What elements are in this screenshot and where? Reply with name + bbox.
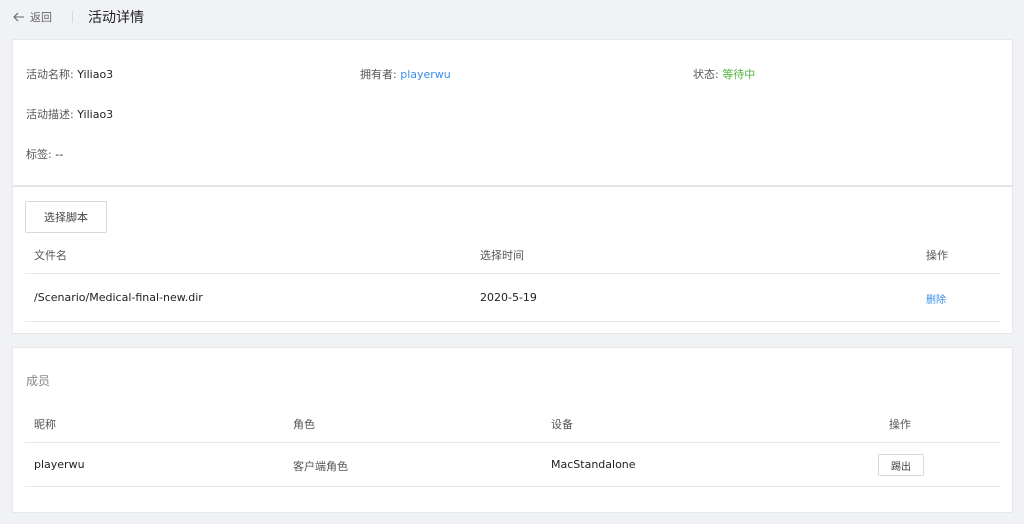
back-button[interactable]: 返回 bbox=[13, 9, 52, 25]
member-nickname: playerwu bbox=[34, 458, 85, 471]
member-role: 客户端角色 bbox=[293, 460, 348, 473]
member-device: MacStandalone bbox=[551, 458, 636, 471]
activity-desc-label: 活动描述: bbox=[26, 108, 74, 121]
col-time-header: 选择时间 bbox=[480, 249, 524, 262]
activity-name-value: Yiliao3 bbox=[77, 68, 114, 81]
col-filename-header: 文件名 bbox=[34, 249, 67, 262]
activity-desc-field: 活动描述: Yiliao3 bbox=[26, 106, 113, 122]
kick-member-button[interactable]: 踢出 bbox=[878, 454, 924, 476]
script-time: 2020-5-19 bbox=[480, 291, 537, 304]
activity-name-label: 活动名称: bbox=[26, 68, 74, 81]
page-title: 活动详情 bbox=[88, 10, 144, 26]
owner-field: 拥有者: playerwu bbox=[360, 66, 451, 82]
back-label: 返回 bbox=[30, 11, 52, 24]
delete-script-link[interactable]: 删除 bbox=[926, 291, 946, 306]
table-divider bbox=[25, 442, 1000, 443]
script-filename: /Scenario/Medical-final-new.dir bbox=[34, 291, 203, 304]
tags-field: 标签: -- bbox=[26, 146, 63, 162]
owner-link[interactable]: playerwu bbox=[400, 68, 451, 81]
status-field: 状态: 等待中 bbox=[693, 66, 755, 82]
select-script-button[interactable]: 选择脚本 bbox=[25, 201, 107, 233]
row-divider bbox=[25, 486, 1000, 487]
status-label: 状态: bbox=[693, 68, 719, 81]
owner-label: 拥有者: bbox=[360, 68, 397, 81]
activity-name-field: 活动名称: Yiliao3 bbox=[26, 66, 113, 82]
activity-desc-value: Yiliao3 bbox=[77, 108, 114, 121]
script-card: 选择脚本 文件名 选择时间 操作 /Scenario/Medical-final… bbox=[12, 186, 1013, 334]
tags-value: -- bbox=[55, 148, 64, 161]
members-title: 成员 bbox=[26, 374, 51, 388]
page-header: 返回 活动详情 bbox=[0, 0, 1024, 36]
table-divider bbox=[25, 273, 1000, 274]
activity-info-card: 活动名称: Yiliao3 拥有者: playerwu 状态: 等待中 活动描述… bbox=[12, 39, 1013, 186]
header-divider bbox=[72, 11, 73, 23]
members-card: 成员 昵称 角色 设备 操作 playerwu 客户端角色 MacStandal… bbox=[12, 347, 1013, 513]
col-device-header: 设备 bbox=[551, 418, 573, 431]
col-nickname-header: 昵称 bbox=[34, 418, 56, 431]
tags-label: 标签: bbox=[26, 148, 52, 161]
status-value: 等待中 bbox=[722, 68, 756, 81]
col-action-header: 操作 bbox=[889, 418, 911, 431]
row-divider bbox=[25, 321, 1000, 322]
arrow-left-icon bbox=[13, 12, 24, 22]
col-role-header: 角色 bbox=[293, 418, 315, 431]
col-action-header: 操作 bbox=[926, 249, 948, 262]
